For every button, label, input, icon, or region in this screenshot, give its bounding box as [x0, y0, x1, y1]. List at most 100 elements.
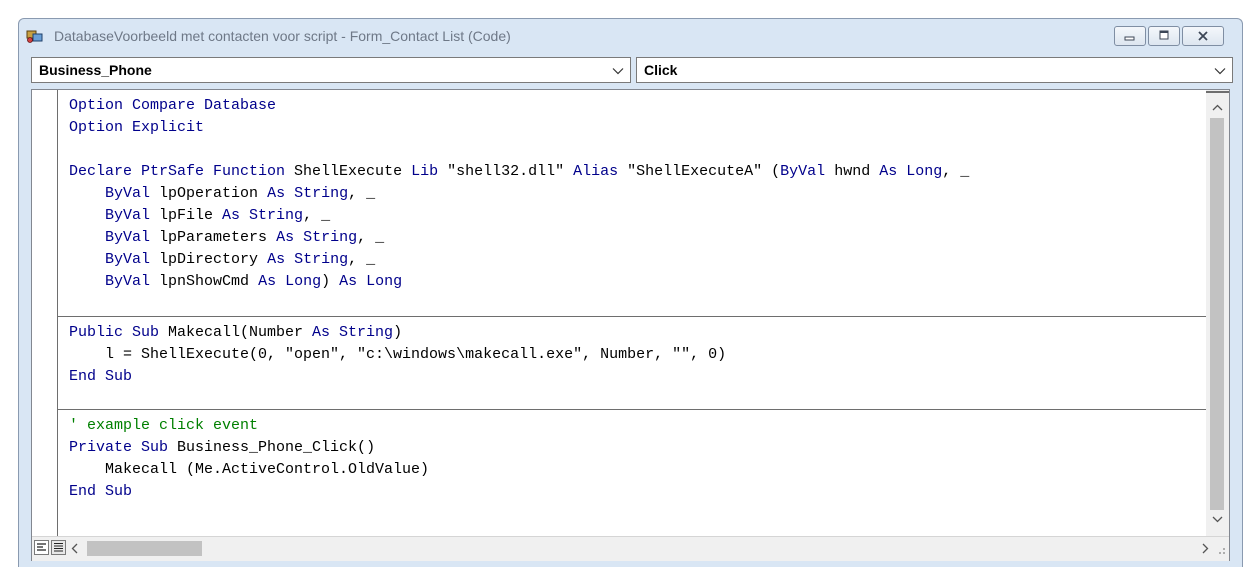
chevron-down-icon: [612, 68, 624, 75]
keyword-token: As Long: [258, 273, 322, 290]
close-icon: [1198, 31, 1208, 41]
keyword-token: As Long: [879, 163, 943, 180]
code-line[interactable]: ByVal lpOperation As String, _: [69, 183, 375, 205]
code-line[interactable]: Option Explicit: [69, 117, 204, 139]
procedure-dropdown-value: Click: [644, 62, 678, 78]
code-token: ShellExecute: [285, 163, 412, 180]
procedure-dropdown[interactable]: Click: [636, 57, 1233, 83]
vba-project-icon: [26, 30, 43, 43]
keyword-token: As String: [276, 229, 358, 246]
full-module-view-icon: [54, 543, 63, 552]
close-button[interactable]: [1182, 26, 1224, 46]
code-window: DatabaseVoorbeeld met contacten voor scr…: [18, 18, 1243, 567]
vertical-scroll-thumb[interactable]: [1210, 118, 1224, 510]
keyword-token: Private Sub: [69, 439, 169, 456]
code-token: , _: [303, 207, 331, 224]
vertical-scrollbar[interactable]: [1206, 90, 1229, 536]
code-token: Makecall (Me.ActiveControl.OldValue): [69, 461, 430, 478]
maximize-icon: [1159, 30, 1169, 40]
chevron-right-icon[interactable]: [1202, 543, 1209, 554]
chevron-down-icon: [1214, 68, 1226, 75]
chevron-up-icon[interactable]: [1212, 104, 1223, 111]
maximize-button[interactable]: [1148, 26, 1180, 46]
minimize-button[interactable]: [1114, 26, 1146, 46]
code-token: ): [393, 324, 403, 341]
code-line[interactable]: Private Sub Business_Phone_Click(): [69, 437, 375, 459]
code-line[interactable]: ' example click event: [69, 415, 258, 437]
keyword-token: As String: [267, 251, 349, 268]
code-token: lpFile: [150, 207, 223, 224]
title-bar[interactable]: DatabaseVoorbeeld met contacten voor scr…: [19, 19, 1242, 53]
procedure-view-icon: [37, 543, 46, 551]
keyword-token: ByVal: [105, 251, 151, 268]
keyword-token: Option Compare Database: [69, 97, 277, 114]
keyword-token: ByVal: [105, 273, 151, 290]
code-token: l = ShellExecute(0, "open", "c:\windows\…: [69, 346, 727, 363]
keyword-token: As String: [267, 185, 349, 202]
code-token: ): [321, 273, 340, 290]
code-token: , _: [348, 251, 376, 268]
minimize-icon: [1124, 36, 1135, 41]
keyword-token: As String: [312, 324, 394, 341]
code-text-area[interactable]: Option Compare Database Option Explicit De…: [58, 90, 1206, 536]
keyword-token: Declare PtrSafe Function: [69, 163, 286, 180]
code-token: lpnShowCmd: [150, 273, 259, 290]
code-token: , _: [942, 163, 970, 180]
code-line[interactable]: ByVal lpParameters As String, _: [69, 227, 384, 249]
chevron-down-icon[interactable]: [1212, 516, 1223, 523]
code-token: "shell32.dll": [438, 163, 574, 180]
comment-token: ' example click event: [69, 417, 259, 434]
code-token: , _: [357, 229, 385, 246]
code-editor[interactable]: Option Compare Database Option Explicit De…: [31, 89, 1230, 561]
keyword-token: Lib: [411, 163, 439, 180]
code-token: lpOperation: [150, 185, 268, 202]
window-title: DatabaseVoorbeeld met contacten voor scr…: [54, 28, 511, 44]
keyword-token: As String: [222, 207, 304, 224]
keyword-token: As Long: [339, 273, 403, 290]
code-line[interactable]: ByVal lpFile As String, _: [69, 205, 330, 227]
code-line[interactable]: l = ShellExecute(0, "open", "c:\windows\…: [69, 344, 726, 366]
code-line[interactable]: End Sub: [69, 481, 132, 503]
keyword-token: ByVal: [780, 163, 826, 180]
procedure-makecall: Public Sub Makecall(Number As String) l …: [58, 317, 1206, 409]
margin-indicator-bar[interactable]: [32, 90, 58, 536]
code-line[interactable]: ByVal lpDirectory As String, _: [69, 249, 375, 271]
bottom-bar: [32, 536, 1229, 561]
keyword-token: ByVal: [105, 229, 151, 246]
code-line[interactable]: Declare PtrSafe Function ShellExecute Li…: [69, 161, 969, 183]
resize-grip-icon[interactable]: [1216, 545, 1226, 555]
code-token: , _: [348, 185, 376, 202]
code-line[interactable]: Public Sub Makecall(Number As String): [69, 322, 402, 344]
code-line[interactable]: Option Compare Database: [69, 95, 276, 117]
procedure-business-phone-click: ' example click event Private Sub Busines…: [58, 410, 1206, 536]
chevron-left-icon[interactable]: [71, 543, 78, 554]
code-line[interactable]: Makecall (Me.ActiveControl.OldValue): [69, 459, 429, 481]
code-token: hwnd: [825, 163, 880, 180]
code-token: Business_Phone_Click(): [168, 439, 376, 456]
code-token: "ShellExecuteA" (: [618, 163, 781, 180]
horizontal-scroll-thumb[interactable]: [87, 541, 202, 556]
object-dropdown[interactable]: Business_Phone: [31, 57, 631, 83]
keyword-token: ByVal: [105, 207, 151, 224]
code-line[interactable]: End Sub: [69, 366, 132, 388]
keyword-token: Alias: [573, 163, 619, 180]
object-dropdown-value: Business_Phone: [39, 62, 152, 78]
keyword-token: End Sub: [69, 483, 133, 500]
keyword-token: End Sub: [69, 368, 133, 385]
code-token: lpDirectory: [150, 251, 268, 268]
code-token: lpParameters: [150, 229, 277, 246]
split-bar[interactable]: [1206, 91, 1229, 93]
code-line[interactable]: ByVal lpnShowCmd As Long) As Long: [69, 271, 402, 293]
procedure-view-button[interactable]: [34, 540, 49, 555]
keyword-token: Public Sub: [69, 324, 160, 341]
keyword-token: Option Explicit: [69, 119, 205, 136]
code-token: Makecall(Number: [159, 324, 313, 341]
full-module-view-button[interactable]: [51, 540, 66, 555]
declarations-section: Option Compare Database Option Explicit De…: [58, 90, 1206, 316]
keyword-token: ByVal: [105, 185, 151, 202]
